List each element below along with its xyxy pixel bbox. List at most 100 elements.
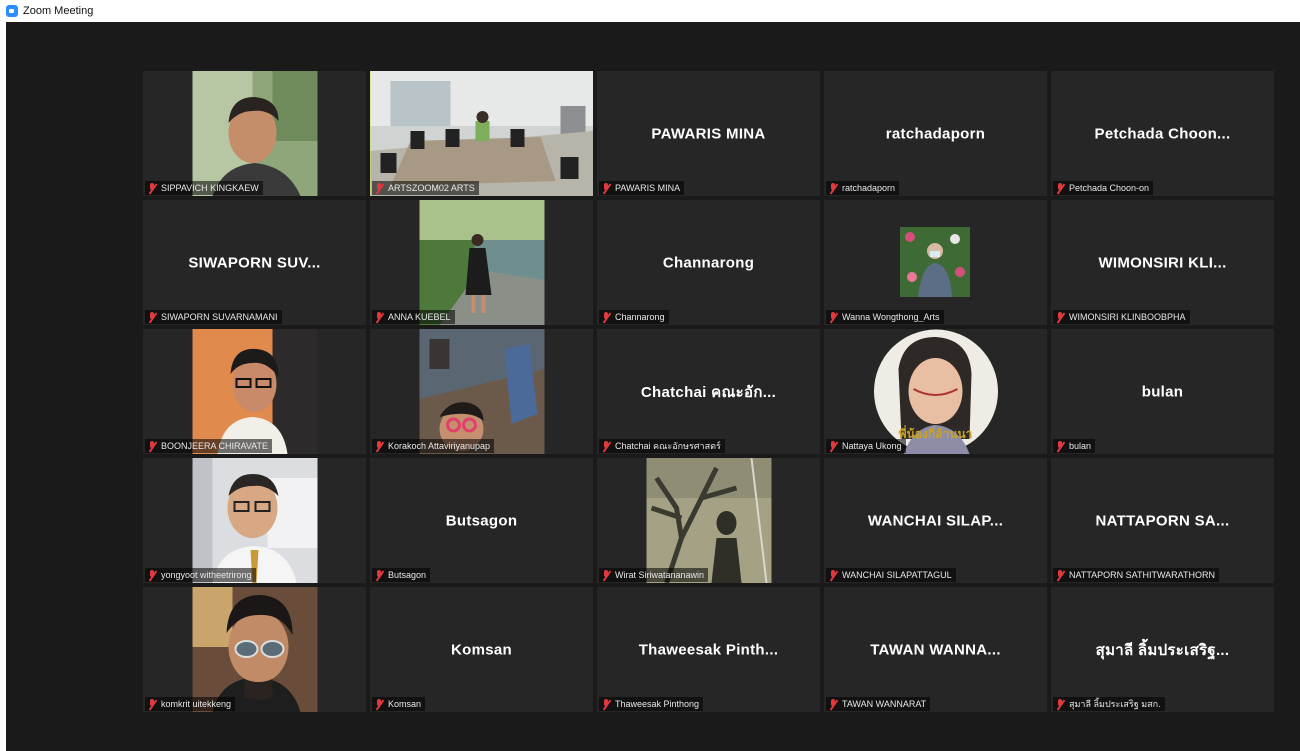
- participant-nametag: Wirat Siriwatananawin: [599, 568, 709, 582]
- participant-display-name: bulan: [1141, 383, 1184, 400]
- participant-name: Wirat Siriwatananawin: [615, 570, 705, 580]
- participant-tile[interactable]: Channarong Channarong: [597, 200, 820, 325]
- participant-tile[interactable]: ARTSZOOM02 ARTS: [370, 71, 593, 196]
- participant-display-name: Chatchai คณะอัก...: [640, 383, 777, 401]
- video-feed: [192, 329, 317, 454]
- window-titlebar: Zoom Meeting: [0, 0, 1300, 22]
- participant-name: WANCHAI SILAPATTAGUL: [842, 570, 952, 580]
- participant-display-name: สุมาลี ลิ้มประเสริฐ...: [1095, 641, 1230, 659]
- participant-tile[interactable]: Thaweesak Pinth... Thaweesak Pinthong: [597, 587, 820, 712]
- mic-muted-icon: [147, 311, 157, 323]
- participant-tile[interactable]: ratchadaporn ratchadaporn: [824, 71, 1047, 196]
- participant-nametag: ratchadaporn: [826, 181, 900, 195]
- participant-nametag: bulan: [1053, 439, 1096, 453]
- mic-muted-icon: [147, 440, 157, 452]
- participant-nametag: Petchada Choon-on: [1053, 181, 1154, 195]
- participant-display-name: SIWAPORN SUV...: [188, 254, 321, 271]
- mic-muted-icon: [828, 182, 838, 194]
- participant-tile[interactable]: WANCHAI SILAP... WANCHAI SILAPATTAGUL: [824, 458, 1047, 583]
- participant-name: Nattaya Ukong: [842, 441, 902, 451]
- participant-nametag: komkrit uitekkeng: [145, 697, 236, 711]
- mic-muted-icon: [374, 569, 384, 581]
- participant-display-name: Petchada Choon...: [1094, 125, 1231, 142]
- participant-nametag: TAWAN WANNARAT: [826, 697, 931, 711]
- participant-nametag: Butsagon: [372, 568, 431, 582]
- participant-tile[interactable]: Butsagon Butsagon: [370, 458, 593, 583]
- participant-name: TAWAN WANNARAT: [842, 699, 927, 709]
- video-feed: [646, 458, 771, 583]
- participant-nametag: Korakoch Attaviriyanupap: [372, 439, 495, 453]
- participant-name: ratchadaporn: [842, 183, 896, 193]
- participant-tile[interactable]: Wanna Wongthong_Arts: [824, 200, 1047, 325]
- participant-name: Channarong: [615, 312, 665, 322]
- participant-nametag: ANNA KUEBEL: [372, 310, 455, 324]
- window-title: Zoom Meeting: [23, 5, 94, 17]
- participant-tile[interactable]: Chatchai คณะอัก... Chatchai คณะอักษรศาสตร…: [597, 329, 820, 454]
- mic-muted-icon: [374, 311, 384, 323]
- participant-nametag: Komsan: [372, 697, 426, 711]
- participant-nametag: NATTAPORN SATHITWARATHORN: [1053, 568, 1219, 582]
- participant-name: SIPPAVICH KINGKAEW: [161, 183, 259, 193]
- participant-display-name: NATTAPORN SA...: [1095, 512, 1230, 529]
- participant-tile[interactable]: สุมาลี ลิ้มประเสริฐ... สุมาลี ลิ้มประเสริ…: [1051, 587, 1274, 712]
- participant-tile[interactable]: bulan bulan: [1051, 329, 1274, 454]
- mic-muted-icon: [828, 569, 838, 581]
- participant-tile[interactable]: NATTAPORN SA... NATTAPORN SATHITWARATHORN: [1051, 458, 1274, 583]
- mic-muted-icon: [1055, 569, 1065, 581]
- participant-nametag: Nattaya Ukong: [826, 439, 906, 453]
- participant-nametag: ARTSZOOM02 ARTS: [372, 181, 479, 195]
- participant-name: yongyoot witheetrirong: [161, 570, 252, 580]
- video-feed: [192, 71, 317, 196]
- participant-tile[interactable]: Komsan Komsan: [370, 587, 593, 712]
- participant-name: ARTSZOOM02 ARTS: [388, 183, 475, 193]
- participant-tile[interactable]: Korakoch Attaviriyanupap: [370, 329, 593, 454]
- mic-muted-icon: [374, 440, 384, 452]
- mic-muted-icon: [147, 698, 157, 710]
- participant-name: Wanna Wongthong_Arts: [842, 312, 940, 322]
- participant-name: PAWARIS MINA: [615, 183, 681, 193]
- participant-tile[interactable]: SIWAPORN SUV... SIWAPORN SUVARNAMANI: [143, 200, 366, 325]
- participant-tile[interactable]: BOONJEERA CHIRAVATE: [143, 329, 366, 454]
- participant-display-name: WIMONSIRI KLI...: [1098, 254, 1227, 271]
- participant-tile[interactable]: SIPPAVICH KINGKAEW: [143, 71, 366, 196]
- participant-name: Chatchai คณะอักษรศาสตร์: [615, 441, 721, 451]
- participant-name: ANNA KUEBEL: [388, 312, 451, 322]
- participant-nametag: SIWAPORN SUVARNAMANI: [145, 310, 282, 324]
- participant-nametag: PAWARIS MINA: [599, 181, 685, 195]
- video-feed: [370, 71, 593, 196]
- mic-muted-icon: [828, 440, 838, 452]
- participant-tile[interactable]: ANNA KUEBEL: [370, 200, 593, 325]
- zoom-logo-icon: [6, 5, 18, 17]
- video-feed: [419, 329, 544, 454]
- participant-nametag: SIPPAVICH KINGKAEW: [145, 181, 263, 195]
- participant-tile[interactable]: พี่น้องกี่ล้านนา Nattaya Ukong: [824, 329, 1047, 454]
- participant-display-name: PAWARIS MINA: [651, 125, 766, 142]
- participant-nametag: BOONJEERA CHIRAVATE: [145, 439, 273, 453]
- participant-nametag: Thaweesak Pinthong: [599, 697, 704, 711]
- mic-muted-icon: [828, 698, 838, 710]
- participant-tile[interactable]: TAWAN WANNA... TAWAN WANNARAT: [824, 587, 1047, 712]
- video-feed: [192, 458, 317, 583]
- participant-tile[interactable]: yongyoot witheetrirong: [143, 458, 366, 583]
- video-feed: [900, 227, 970, 297]
- participant-tile[interactable]: Petchada Choon... Petchada Choon-on: [1051, 71, 1274, 196]
- mic-muted-icon: [601, 698, 611, 710]
- participant-display-name: TAWAN WANNA...: [870, 641, 1001, 658]
- participant-tile[interactable]: Wirat Siriwatananawin: [597, 458, 820, 583]
- participant-nametag: Wanna Wongthong_Arts: [826, 310, 944, 324]
- participant-display-name: Thaweesak Pinth...: [638, 641, 779, 658]
- participant-name: BOONJEERA CHIRAVATE: [161, 441, 269, 451]
- participant-name: bulan: [1069, 441, 1092, 451]
- participant-tile[interactable]: WIMONSIRI KLI... WIMONSIRI KLINBOOBPHA: [1051, 200, 1274, 325]
- participant-name: WIMONSIRI KLINBOOBPHA: [1069, 312, 1186, 322]
- participant-tile[interactable]: PAWARIS MINA PAWARIS MINA: [597, 71, 820, 196]
- mic-muted-icon: [374, 182, 384, 194]
- participant-display-name: Channarong: [662, 254, 755, 271]
- mic-muted-icon: [147, 182, 157, 194]
- mic-muted-icon: [601, 182, 611, 194]
- participant-name: Korakoch Attaviriyanupap: [388, 441, 491, 451]
- mic-muted-icon: [1055, 440, 1065, 452]
- participant-display-name: Butsagon: [445, 512, 518, 529]
- video-feed: [192, 587, 317, 712]
- participant-tile[interactable]: komkrit uitekkeng: [143, 587, 366, 712]
